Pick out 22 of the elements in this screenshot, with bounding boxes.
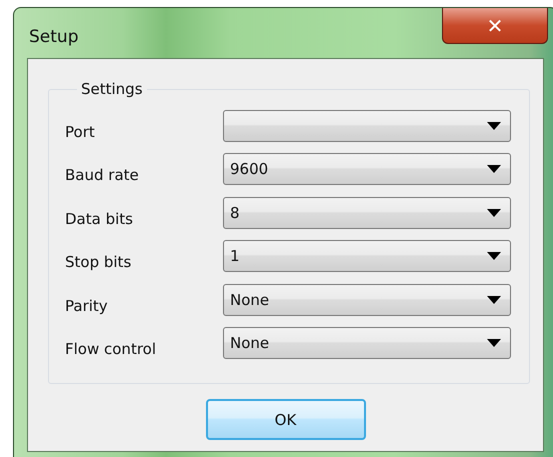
field-label: Stop bits — [65, 252, 132, 272]
caret-icon — [487, 122, 501, 130]
field-label: Parity — [65, 296, 109, 315]
caret-icon — [487, 208, 501, 217]
field-label: Data bits — [65, 208, 134, 228]
dropdown[interactable]: 8 — [223, 196, 511, 229]
dropdown[interactable]: 9600 — [223, 153, 511, 186]
dropdown[interactable]: 1 — [223, 240, 511, 272]
caret-icon — [487, 296, 501, 304]
close-button[interactable]: ✕ — [442, 8, 548, 44]
group-title: Settings — [80, 80, 144, 98]
dropdown[interactable]: None — [223, 284, 511, 316]
ok-button[interactable]: OK — [206, 399, 366, 440]
caret-icon — [487, 165, 501, 174]
caret-icon — [487, 252, 501, 260]
field-label: Baud rate — [65, 165, 140, 184]
field-label: Port — [65, 122, 96, 141]
window-title: Setup — [29, 27, 78, 47]
dropdown[interactable] — [223, 110, 511, 142]
dropdown[interactable]: None — [223, 327, 511, 360]
field-label: Flow control — [65, 339, 158, 358]
caret-icon — [487, 339, 501, 348]
